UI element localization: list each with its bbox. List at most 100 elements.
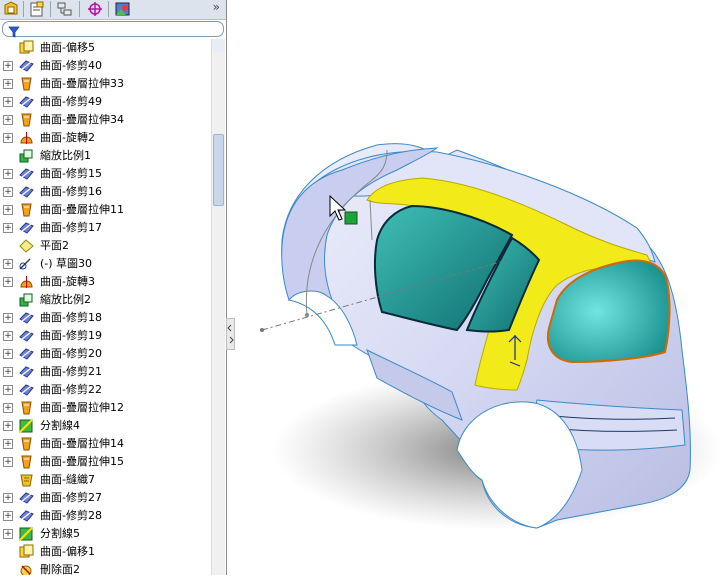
trim-surface-icon xyxy=(18,94,35,110)
trim-surface-icon xyxy=(18,346,35,362)
expand-toggle-icon[interactable]: + xyxy=(3,313,13,323)
feature-tree-item-label: 曲面-修剪18 xyxy=(40,311,102,324)
feature-tree-item[interactable]: + 曲面-旋轉3 xyxy=(0,273,210,291)
expand-toggle-icon[interactable]: + xyxy=(3,169,13,179)
feature-tree-item-label: 曲面-修剪21 xyxy=(40,365,102,378)
feature-tree-item[interactable]: + 曲面-疊層拉伸15 xyxy=(0,453,210,471)
feature-tree-item-label: 曲面-疊層拉伸11 xyxy=(40,203,124,216)
split-line-icon xyxy=(18,418,35,434)
feature-tree-item-label: 縮放比例1 xyxy=(40,149,91,162)
feature-tree-item[interactable]: + 曲面-疊層拉伸14 xyxy=(0,435,210,453)
drag-handle[interactable] xyxy=(344,211,358,225)
expand-toggle-icon[interactable]: + xyxy=(3,385,13,395)
feature-manager-tab-bar: » xyxy=(0,0,226,20)
feature-tree-item-label: 曲面-修剪19 xyxy=(40,329,102,342)
feature-tree-item[interactable]: + 曲面-修剪17 xyxy=(0,219,210,237)
expand-toggle-icon[interactable]: + xyxy=(3,133,13,143)
offset-surface-icon xyxy=(18,40,35,56)
expand-toggle-icon[interactable]: + xyxy=(3,223,13,233)
feature-tree-item[interactable]: + 分割線5 xyxy=(0,525,210,543)
expand-toggle-icon[interactable]: + xyxy=(3,205,13,215)
feature-tree-item[interactable]: 縮放比例1 xyxy=(0,147,210,165)
feature-tree-item-label: 曲面-偏移1 xyxy=(40,545,95,558)
expand-toggle-icon[interactable]: + xyxy=(3,259,13,269)
feature-tree-item[interactable]: + 曲面-旋轉2 xyxy=(0,129,210,147)
feature-tree-item-label: 曲面-修剪49 xyxy=(40,95,102,108)
expand-toggle-icon[interactable]: + xyxy=(3,493,13,503)
feature-tree-item[interactable]: + 曲面-修剪28 xyxy=(0,507,210,525)
feature-tree-item[interactable]: + 曲面-疊層拉伸34 xyxy=(0,111,210,129)
tree-scrollbar[interactable] xyxy=(211,39,225,575)
expand-toggle-icon[interactable]: + xyxy=(3,421,13,431)
feature-tree-item[interactable]: 刪除面2 xyxy=(0,561,210,575)
feature-tree-item[interactable]: + 曲面-修剪19 xyxy=(0,327,210,345)
expand-toggle-icon[interactable]: + xyxy=(3,277,13,287)
feature-tree-item-label: 曲面-旋轉2 xyxy=(40,131,95,144)
expand-toggle-icon[interactable]: + xyxy=(3,61,13,71)
feature-tree-item[interactable]: + 曲面-修剪18 xyxy=(0,309,210,327)
expand-toggle-icon[interactable]: + xyxy=(3,115,13,125)
split-line-icon xyxy=(18,526,35,542)
feature-tree-item[interactable]: + 曲面-修剪40 xyxy=(0,57,210,75)
feature-tree-item-label: 曲面-修剪15 xyxy=(40,167,102,180)
loft-surface-icon xyxy=(18,76,35,92)
property-manager-tab-icon[interactable] xyxy=(28,1,46,17)
feature-tree-item[interactable]: + 曲面-修剪20 xyxy=(0,345,210,363)
feature-tree-tab-icon[interactable] xyxy=(2,1,20,17)
dimxpert-tab-icon[interactable] xyxy=(86,1,104,17)
feature-tree-item-label: 平面2 xyxy=(40,239,69,252)
feature-tree-item-label: 縮放比例2 xyxy=(40,293,91,306)
feature-tree-item-label: 曲面-修剪28 xyxy=(40,509,102,522)
scale-icon xyxy=(18,292,35,308)
feature-tree-item-label: (-) 草圖30 xyxy=(40,257,93,270)
feature-tree-item[interactable]: + 曲面-修剪22 xyxy=(0,381,210,399)
loft-surface-icon xyxy=(18,202,35,218)
feature-tree-item[interactable]: + (-) 草圖30 xyxy=(0,255,210,273)
feature-tree-item[interactable]: 曲面-偏移5 xyxy=(0,39,210,57)
knit-surface-icon xyxy=(18,472,35,488)
expand-toggle-icon[interactable]: + xyxy=(3,187,13,197)
expand-toggle-icon[interactable]: + xyxy=(3,349,13,359)
expand-toggle-icon[interactable]: + xyxy=(3,529,13,539)
delete-face-icon xyxy=(18,562,35,575)
feature-tree-item-label: 分割線5 xyxy=(40,527,80,540)
feature-tree-item[interactable]: + 曲面-修剪16 xyxy=(0,183,210,201)
trim-surface-icon xyxy=(18,220,35,236)
expand-toggle-icon[interactable]: + xyxy=(3,97,13,107)
feature-tree-item[interactable]: + 曲面-疊層拉伸12 xyxy=(0,399,210,417)
display-manager-tab-icon[interactable] xyxy=(114,1,132,17)
feature-tree-item[interactable]: + 曲面-修剪21 xyxy=(0,363,210,381)
feature-tree-item[interactable]: 曲面-偏移1 xyxy=(0,543,210,561)
feature-tree-item[interactable]: + 曲面-疊層拉伸33 xyxy=(0,75,210,93)
feature-tree-item[interactable]: + 曲面-疊層拉伸11 xyxy=(0,201,210,219)
feature-tree-item[interactable]: 平面2 xyxy=(0,237,210,255)
feature-tree-item-label: 曲面-修剪22 xyxy=(40,383,102,396)
feature-tree-item[interactable]: 曲面-縫織7 xyxy=(0,471,210,489)
expand-toggle-icon[interactable]: + xyxy=(3,79,13,89)
loft-surface-icon xyxy=(18,400,35,416)
sketch-icon xyxy=(18,256,35,272)
scroll-thumb[interactable] xyxy=(213,134,224,206)
expand-toggle-icon[interactable]: + xyxy=(3,457,13,467)
expand-toggle-icon[interactable]: + xyxy=(3,439,13,449)
expand-toggle-icon[interactable]: + xyxy=(3,367,13,377)
feature-filter-input[interactable] xyxy=(2,21,224,38)
feature-tree-item-label: 曲面-偏移5 xyxy=(40,41,95,54)
feature-tree-item[interactable]: + 曲面-修剪15 xyxy=(0,165,210,183)
trim-surface-icon xyxy=(18,184,35,200)
feature-tree-item[interactable]: + 曲面-修剪49 xyxy=(0,93,210,111)
expand-toggle-icon[interactable]: + xyxy=(3,511,13,521)
trim-surface-icon xyxy=(18,508,35,524)
expand-toggle-icon[interactable]: + xyxy=(3,403,13,413)
feature-tree-item[interactable]: 縮放比例2 xyxy=(0,291,210,309)
expand-toggle-icon[interactable]: + xyxy=(3,331,13,341)
more-tabs-chevron-icon[interactable]: » xyxy=(213,0,220,14)
graphics-viewport[interactable] xyxy=(227,0,727,575)
feature-tree-item[interactable]: + 曲面-修剪27 xyxy=(0,489,210,507)
feature-tree: 曲面-偏移5 + 曲面-修剪40 + 曲面-疊層拉伸33 + 曲面-修剪49 + 曲面-疊層拉伸… xyxy=(0,39,210,575)
feature-tree-item-label: 曲面-疊層拉伸14 xyxy=(40,437,124,450)
offset-surface-icon xyxy=(18,544,35,560)
scroll-up-button[interactable] xyxy=(212,39,225,52)
feature-tree-item[interactable]: + 分割線4 xyxy=(0,417,210,435)
configuration-manager-tab-icon[interactable] xyxy=(56,1,74,17)
